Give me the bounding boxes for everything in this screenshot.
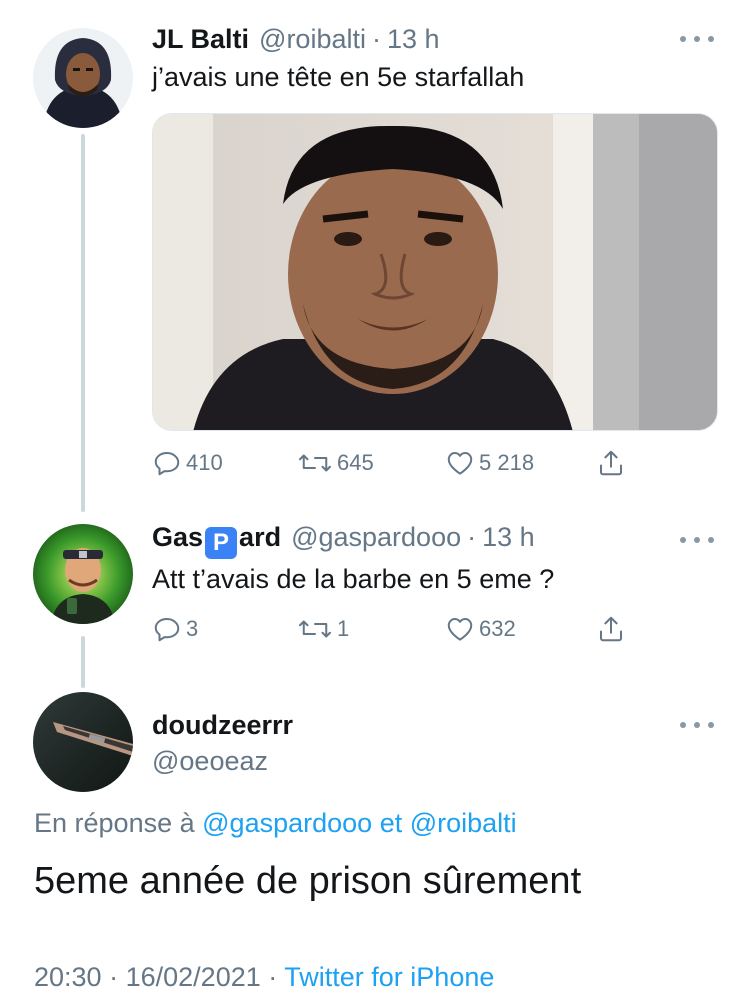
tweet-text: 5eme année de prison sûrement xyxy=(34,860,582,902)
heart-icon xyxy=(447,452,473,475)
display-name-part: Gas xyxy=(152,522,204,552)
tweet-actions: 3 1 632 xyxy=(152,614,632,648)
reply-context: En réponse à @gaspardooo et @roibalti xyxy=(34,808,517,839)
parking-emoji-icon: P xyxy=(205,527,238,559)
retweet-count: 645 xyxy=(337,450,374,475)
thread-line xyxy=(81,134,85,512)
separator: · xyxy=(109,962,119,992)
avatar[interactable] xyxy=(33,524,133,624)
share-button[interactable] xyxy=(596,448,626,478)
share-icon xyxy=(600,616,622,642)
timestamp[interactable]: 13 h xyxy=(482,522,535,553)
like-count: 5 218 xyxy=(479,450,535,475)
reply-button[interactable]: 410 xyxy=(152,448,223,478)
reply-count: 410 xyxy=(186,450,223,475)
like-button[interactable]: 5 218 xyxy=(445,448,534,478)
tweet-actions: 410 645 5 218 xyxy=(152,448,632,482)
separator: · xyxy=(371,24,381,54)
share-icon xyxy=(600,450,622,476)
tweet-text: j’avais une tête en 5e starfallah xyxy=(152,62,525,92)
mention-link[interactable]: @roibalti xyxy=(410,808,517,838)
reply-prefix: En réponse à xyxy=(34,808,195,838)
reply-and: et xyxy=(379,808,403,838)
reply-icon xyxy=(154,452,180,476)
tweet-footer: 20:30 · 16/02/2021 · Twitter for iPhone xyxy=(34,962,494,993)
tweet-photo[interactable] xyxy=(152,113,718,431)
share-button[interactable] xyxy=(596,614,626,644)
tweet-date[interactable]: 16/02/2021 xyxy=(126,962,261,992)
display-name-part: ard xyxy=(239,522,282,552)
handle[interactable]: @oeoeaz xyxy=(152,746,268,777)
retweet-button[interactable]: 645 xyxy=(297,448,374,478)
retweet-count: 1 xyxy=(337,616,350,641)
tweet-header: JL Balti @roibalti · 13 h xyxy=(152,24,440,55)
retweet-button[interactable]: 1 xyxy=(297,614,349,644)
display-name[interactable]: doudzeerrr xyxy=(152,710,293,741)
tweet-time[interactable]: 20:30 xyxy=(34,962,102,992)
retweet-icon xyxy=(299,620,331,638)
tweet-text: Att t’avais de la barbe en 5 eme ? xyxy=(152,564,555,594)
retweet-icon xyxy=(299,454,331,472)
tweet-header: Gas Pard @gaspardooo · 13 h xyxy=(152,522,535,559)
more-icon[interactable] xyxy=(680,720,714,730)
separator: · xyxy=(467,522,477,552)
like-count: 632 xyxy=(479,616,516,641)
display-name[interactable]: Gas Pard xyxy=(152,522,281,559)
display-name[interactable]: JL Balti xyxy=(152,24,249,55)
avatar[interactable] xyxy=(33,692,133,792)
more-icon[interactable] xyxy=(680,535,714,545)
reply-button[interactable]: 3 xyxy=(152,614,198,644)
mention-link[interactable]: @gaspardooo xyxy=(202,808,372,838)
separator: · xyxy=(268,962,278,992)
tweet-source-link[interactable]: Twitter for iPhone xyxy=(284,962,494,992)
handle[interactable]: @roibalti xyxy=(259,24,366,55)
thread-line xyxy=(81,636,85,688)
timestamp[interactable]: 13 h xyxy=(387,24,440,55)
reply-icon xyxy=(154,618,180,642)
handle[interactable]: @gaspardooo xyxy=(291,522,461,553)
reply-count: 3 xyxy=(186,616,199,641)
heart-icon xyxy=(447,618,473,641)
like-button[interactable]: 632 xyxy=(445,614,516,644)
avatar[interactable] xyxy=(33,28,133,128)
more-icon[interactable] xyxy=(680,34,714,44)
